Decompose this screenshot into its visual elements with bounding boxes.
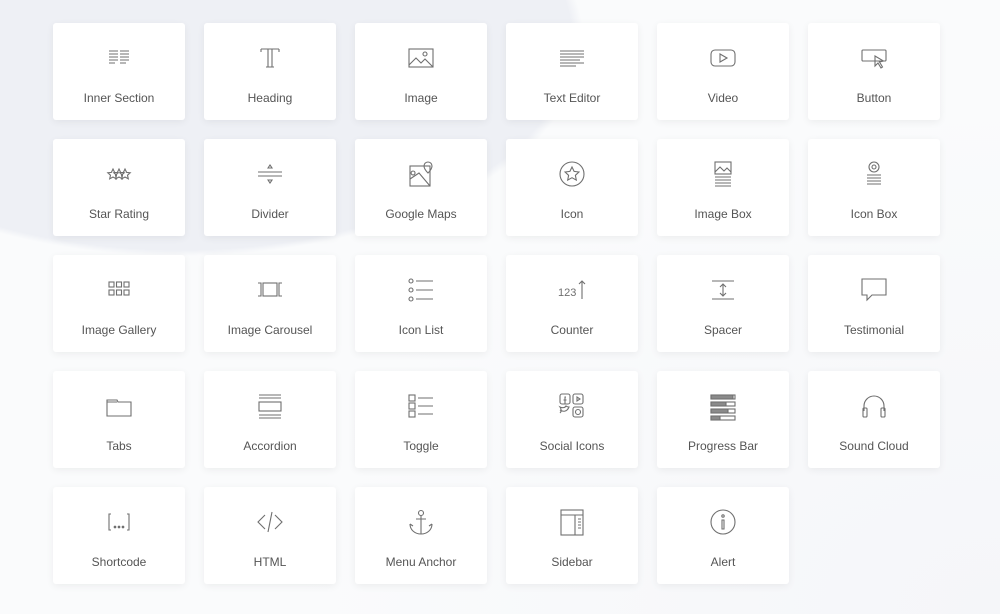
widget-grid: Inner Section Heading Image Text Editor Vide…: [53, 23, 940, 584]
code-icon: [255, 507, 285, 537]
speech-bubble-icon: [859, 275, 889, 305]
widget-inner-section[interactable]: Inner Section: [53, 23, 185, 120]
widget-label: Counter: [550, 323, 594, 337]
icon-list-icon: [406, 275, 436, 305]
widget-label: Tabs: [106, 439, 132, 453]
widget-video[interactable]: Video: [657, 23, 789, 120]
widget-label: Divider: [251, 207, 289, 221]
widget-label: Progress Bar: [687, 439, 759, 453]
widget-label: Image Box: [694, 207, 752, 221]
widget-sidebar[interactable]: Sidebar: [506, 487, 638, 584]
widget-label: Toggle: [403, 439, 439, 453]
widget-star-rating[interactable]: Star Rating: [53, 139, 185, 236]
widget-label: Inner Section: [83, 91, 155, 105]
widget-alert[interactable]: Alert: [657, 487, 789, 584]
tabs-icon: [104, 391, 134, 421]
widget-image-box[interactable]: Image Box: [657, 139, 789, 236]
widget-label: Menu Anchor: [385, 555, 457, 569]
image-icon: [406, 43, 436, 73]
widget-button[interactable]: Button: [808, 23, 940, 120]
widget-social-icons[interactable]: Social Icons: [506, 371, 638, 468]
widget-label: Accordion: [243, 439, 297, 453]
icon-box-icon: [859, 159, 889, 189]
carousel-icon: [255, 275, 285, 305]
widget-label: Text Editor: [543, 91, 601, 105]
widget-label: Heading: [247, 91, 293, 105]
spacer-icon: [708, 275, 738, 305]
button-icon: [859, 43, 889, 73]
widget-label: Spacer: [703, 323, 743, 337]
widget-label: Image Carousel: [227, 323, 313, 337]
widget-counter[interactable]: 123 Counter: [506, 255, 638, 352]
widget-text-editor[interactable]: Text Editor: [506, 23, 638, 120]
widget-tabs[interactable]: Tabs: [53, 371, 185, 468]
gallery-icon: [104, 275, 134, 305]
widget-divider[interactable]: Divider: [204, 139, 336, 236]
widget-label: Icon: [560, 207, 584, 221]
widget-icon-box[interactable]: Icon Box: [808, 139, 940, 236]
widget-label: Icon Box: [850, 207, 898, 221]
widget-label: HTML: [253, 555, 287, 569]
heading-icon: [255, 43, 285, 73]
social-icons-icon: [557, 391, 587, 421]
shortcode-icon: [104, 507, 134, 537]
widget-image[interactable]: Image: [355, 23, 487, 120]
widget-heading[interactable]: Heading: [204, 23, 336, 120]
widget-label: Image: [404, 91, 438, 105]
widget-progress-bar[interactable]: Progress Bar: [657, 371, 789, 468]
widget-label: Testimonial: [843, 323, 905, 337]
widget-label: Social Icons: [539, 439, 605, 453]
star-rating-icon: [104, 159, 134, 189]
divider-icon: [255, 159, 285, 189]
map-icon: [406, 159, 436, 189]
widget-spacer[interactable]: Spacer: [657, 255, 789, 352]
widget-label: Video: [707, 91, 739, 105]
widget-label: Shortcode: [91, 555, 147, 569]
progress-bar-icon: [708, 391, 738, 421]
anchor-icon: [406, 507, 436, 537]
widget-label: Image Gallery: [81, 323, 157, 337]
svg-text:123: 123: [558, 287, 576, 299]
info-icon: [708, 507, 738, 537]
widget-label: Star Rating: [88, 207, 150, 221]
widget-label: Icon List: [398, 323, 444, 337]
widget-label: Sidebar: [551, 555, 593, 569]
video-icon: [708, 43, 738, 73]
widget-toggle[interactable]: Toggle: [355, 371, 487, 468]
widget-testimonial[interactable]: Testimonial: [808, 255, 940, 352]
image-box-icon: [708, 159, 738, 189]
widget-label: Google Maps: [385, 207, 457, 221]
widget-label: Alert: [710, 555, 736, 569]
widget-icon[interactable]: Icon: [506, 139, 638, 236]
headphones-icon: [859, 391, 889, 421]
widget-google-maps[interactable]: Google Maps: [355, 139, 487, 236]
text-editor-icon: [557, 43, 587, 73]
widget-icon-list[interactable]: Icon List: [355, 255, 487, 352]
widget-label: Button: [856, 91, 892, 105]
widget-accordion[interactable]: Accordion: [204, 371, 336, 468]
widget-sound-cloud[interactable]: Sound Cloud: [808, 371, 940, 468]
toggle-icon: [406, 391, 436, 421]
widget-image-carousel[interactable]: Image Carousel: [204, 255, 336, 352]
counter-icon: 123: [557, 275, 587, 305]
star-circle-icon: [557, 159, 587, 189]
widget-menu-anchor[interactable]: Menu Anchor: [355, 487, 487, 584]
widget-html[interactable]: HTML: [204, 487, 336, 584]
columns-icon: [104, 43, 134, 73]
sidebar-icon: [557, 507, 587, 537]
widget-label: Sound Cloud: [839, 439, 909, 453]
widget-image-gallery[interactable]: Image Gallery: [53, 255, 185, 352]
widget-shortcode[interactable]: Shortcode: [53, 487, 185, 584]
accordion-icon: [255, 391, 285, 421]
